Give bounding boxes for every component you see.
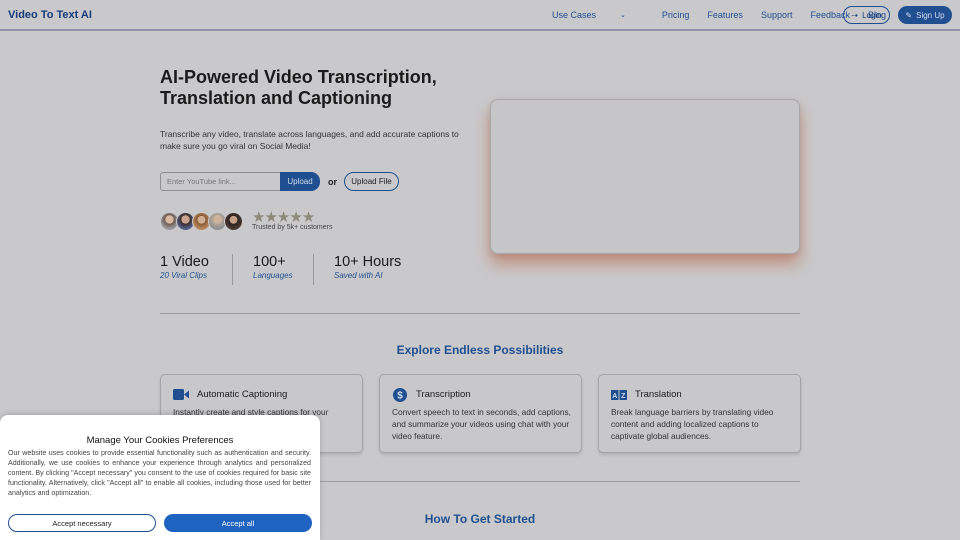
translate-icon: AZ [611,388,627,401]
cookie-text: Our website uses cookies to provide esse… [8,449,311,497]
customer-avatars [160,212,243,231]
card-title: Translation [635,389,682,400]
login-label: Login [862,10,882,20]
card-text: Convert speech to text in seconds, add c… [392,407,571,441]
nav-pricing[interactable]: Pricing [662,10,690,20]
card-title: Transcription [416,389,471,400]
top-nav: Video To Text AI Use Cases ⌄ Pricing Feat… [0,0,960,31]
dollar-icon: $ [392,387,408,402]
chevron-down-icon: ⌄ [620,12,626,19]
signup-button[interactable]: ✎ Sign Up [898,6,952,24]
stat-label: 20 Viral Clips [160,271,207,280]
card-title: Automatic Captioning [197,389,288,400]
stat-label: Languages [253,271,293,280]
login-icon: ⇢ [851,10,859,20]
cookie-title: Manage Your Cookies Preferences [86,435,234,446]
upload-button[interactable]: Upload [280,172,320,191]
stat-value: 10+ Hours [334,254,402,270]
card-translation[interactable]: AZ Translation Break language barriers b… [598,374,801,453]
hero-description: Transcribe any video, translate across l… [160,129,459,151]
hero-title: AI-Powered Video Transcription, Translat… [160,67,437,108]
accept-necessary-button[interactable]: Accept necessary [8,514,156,532]
stat-label: Saved with AI [334,271,383,280]
brand-logo[interactable]: Video To Text AI [8,9,92,21]
card-header: $ Transcription [392,387,471,402]
stat-value: 100+ [253,254,286,270]
or-separator: or [328,177,337,187]
stat-divider [232,254,233,285]
stat-divider [313,254,314,285]
avatar [224,212,243,231]
card-transcription[interactable]: $ Transcription Convert speech to text i… [379,374,582,453]
accept-all-button[interactable]: Accept all [164,514,312,532]
nav-support[interactable]: Support [761,10,793,20]
stat-hours: 10+ Hours Saved with AI [334,254,401,280]
card-header: Automatic Captioning [173,388,287,401]
nav-use-cases-label: Use Cases [552,10,597,20]
card-text: Break language barriers by translating v… [611,407,774,441]
video-camera-icon [173,388,189,401]
video-preview[interactable] [490,99,800,254]
trusted-text: Trusted by 5k+ customers [252,224,333,231]
stat-value: 1 Video [160,254,209,270]
nav-use-cases[interactable]: Use Cases ⌄ [552,10,644,20]
explore-title: Explore Endless Possibilities [396,343,564,357]
signup-label: Sign Up [916,10,945,20]
upload-file-button[interactable]: Upload File [344,172,399,191]
edit-icon: ✎ [905,10,913,20]
nav-features[interactable]: Features [707,10,743,20]
card-header: AZ Translation [611,388,682,401]
youtube-link-input[interactable] [160,172,281,191]
svg-text:Z: Z [621,393,626,400]
stat-languages: 100+ Languages [253,254,293,280]
divider [160,313,800,314]
login-button[interactable]: ⇢ Login [843,6,890,24]
stat-videos: 1 Video 20 Viral Clips [160,254,209,280]
svg-text:A: A [612,393,617,400]
svg-text:$: $ [397,390,403,401]
